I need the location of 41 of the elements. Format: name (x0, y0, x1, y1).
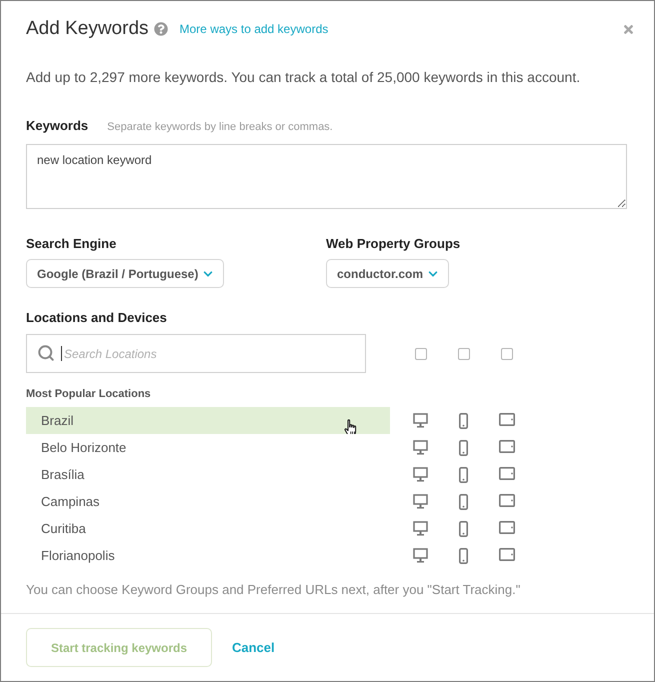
desktop-icon[interactable] (413, 494, 428, 508)
desktop-icon[interactable] (413, 520, 428, 536)
keywords-hint: Separate keywords by line breaks or commas. (107, 120, 333, 135)
dropdown[interactable]: conductor.com (326, 259, 450, 288)
tablet-icon[interactable] (498, 548, 514, 560)
search-icon (37, 344, 55, 362)
mobile-phone-icon[interactable] (459, 494, 468, 510)
location-row[interactable]: Brazil (26, 407, 390, 434)
keywords-input[interactable]: new location keyword (26, 144, 627, 209)
tablet-icon[interactable] (498, 494, 514, 506)
desktop-icon[interactable] (413, 466, 428, 482)
mobile-phone-icon[interactable] (459, 466, 468, 482)
mobile-phone-icon[interactable] (459, 412, 468, 428)
close-icon[interactable] (622, 22, 635, 36)
help-icon[interactable] (154, 22, 168, 36)
keyword-limit-text: Add up to 2,297 more keywords. You can track a total of 25,000 keywords in this account. (26, 68, 582, 87)
dropdown-label: Search Engine (26, 235, 116, 253)
chevron-down-icon (428, 268, 438, 278)
column-checkbox[interactable] (500, 348, 512, 360)
mobile-phone-icon[interactable] (459, 548, 468, 564)
dialog-title: Add Keywords (26, 17, 149, 41)
column-checkbox[interactable] (458, 348, 470, 360)
desktop-icon[interactable] (413, 440, 428, 454)
mobile-phone-icon[interactable] (459, 440, 468, 456)
next-steps-note: You can choose Keyword Groups and Preferred URLs next, after you "Start Tracking." (26, 581, 522, 599)
desktop-icon[interactable] (413, 412, 428, 428)
tablet-icon[interactable] (498, 466, 514, 480)
keywords-label: Keywords (26, 117, 88, 135)
search-locations-field[interactable]: Search Locations (26, 334, 366, 373)
dropdown[interactable]: Google (Brazil / Portuguese) (26, 259, 224, 288)
locations-label: Locations and Devices (26, 309, 168, 327)
dropdown-label: Web Property Groups (326, 235, 460, 253)
chevron-down-icon (203, 268, 214, 278)
tablet-icon[interactable] (498, 520, 514, 534)
list-heading: Most Popular Locations (26, 387, 152, 402)
tablet-icon[interactable] (498, 412, 514, 426)
tablet-icon[interactable] (498, 440, 514, 452)
mobile-phone-icon[interactable] (459, 520, 468, 536)
column-checkbox[interactable] (414, 348, 426, 360)
text-caret (61, 346, 62, 361)
desktop-icon[interactable] (413, 548, 428, 562)
